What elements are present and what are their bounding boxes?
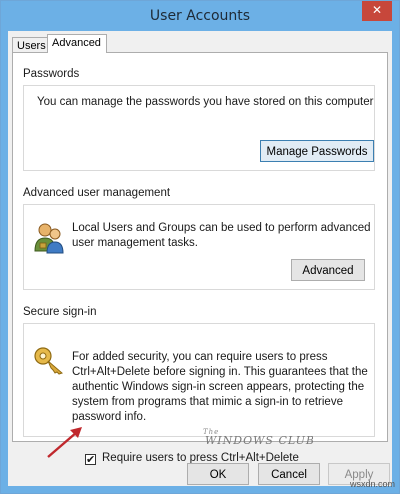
site-watermark: wsxdn.com <box>350 479 396 489</box>
passwords-group: You can manage the passwords you have st… <box>23 85 375 171</box>
red-arrow-icon <box>47 427 82 458</box>
secure-signin-group: For added security, you can require user… <box>23 323 375 437</box>
secure-signin-text-line-2: Ctrl+Alt+Delete before signing in. This … <box>72 366 368 378</box>
window-title: User Accounts <box>149 8 251 24</box>
close-button[interactable]: ✕ <box>362 1 392 21</box>
ok-button[interactable]: OK <box>187 463 249 485</box>
secure-signin-text-line-1: For added security, you can require user… <box>72 351 328 363</box>
dialog-client-area: Users Advanced Passwords You can manage … <box>8 31 392 486</box>
watermark-logo-icon: The WINDOWS CLUB <box>203 428 314 447</box>
title-bar[interactable]: User Accounts ✕ <box>1 1 399 31</box>
passwords-group-title: Passwords <box>23 68 80 80</box>
advanced-user-management-group: Local Users and Groups can be used to pe… <box>23 204 375 290</box>
user-accounts-window: User Accounts ✕ Users Advanced Passwords… <box>0 0 400 494</box>
users-group-icon <box>34 223 64 254</box>
svg-text:WINDOWS CLUB: WINDOWS CLUB <box>205 434 313 447</box>
windows-club-watermark: The WINDOWS CLUB <box>203 425 314 450</box>
passwords-description: You can manage the passwords you have st… <box>37 96 374 108</box>
lugs-description-line-1: Local Users and Groups can be used to pe… <box>72 222 371 234</box>
secure-signin-text-line-3: authentic Windows sign-in screen appears… <box>72 381 365 393</box>
key-icon <box>34 347 63 375</box>
secure-signin-title: Secure sign-in <box>23 306 97 318</box>
tab-users[interactable]: Users <box>12 37 48 53</box>
advanced-user-management-title: Advanced user management <box>23 187 171 199</box>
cancel-button[interactable]: Cancel <box>258 463 320 485</box>
lugs-description-line-2: user management tasks. <box>72 237 198 249</box>
tab-advanced[interactable]: Advanced <box>47 34 107 53</box>
secure-signin-text-line-4: system from programs that mimic a sign-i… <box>72 396 343 408</box>
advanced-tab-page: Passwords You can manage the passwords y… <box>12 52 388 466</box>
manage-passwords-button[interactable]: Manage Passwords <box>260 140 374 162</box>
advanced-button[interactable]: Advanced <box>291 259 365 281</box>
